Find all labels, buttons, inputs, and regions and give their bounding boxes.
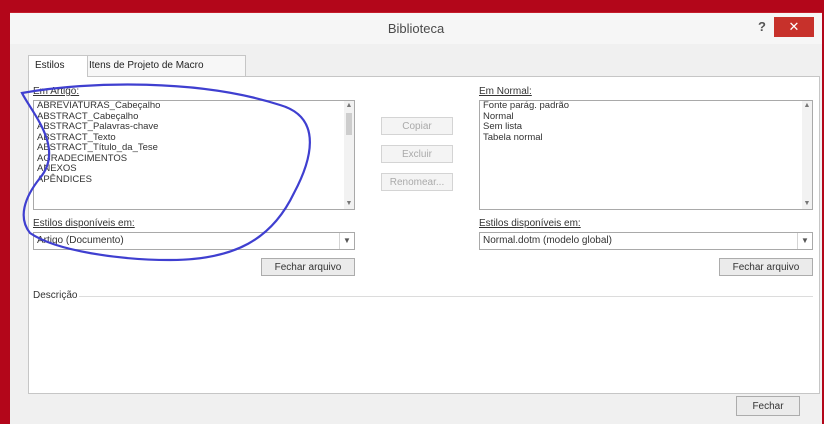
scroll-up-icon[interactable]: ▲: [344, 101, 354, 111]
help-icon[interactable]: ?: [758, 19, 766, 34]
chevron-down-icon[interactable]: ▼: [797, 233, 812, 249]
left-available-value: Artigo (Documento): [37, 235, 124, 246]
title-bar: Biblioteca ? ✕: [10, 13, 822, 44]
list-item[interactable]: ABREVIATURAS_Cabeçalho: [34, 101, 354, 112]
scroll-down-icon[interactable]: ▼: [344, 199, 354, 209]
description-label: Descrição: [33, 290, 78, 301]
right-close-file-button[interactable]: Fechar arquivo: [719, 258, 813, 276]
copy-button[interactable]: Copiar: [381, 117, 453, 135]
list-item[interactable]: ANEXOS: [34, 163, 354, 175]
tab-macro-items[interactable]: Itens de Projeto de Macro: [82, 55, 246, 76]
list-item[interactable]: Normal: [480, 111, 812, 123]
left-style-list[interactable]: ABREVIATURAS_Cabeçalho ABSTRACT_Cabeçalh…: [33, 100, 355, 210]
scroll-thumb[interactable]: [346, 113, 352, 135]
left-close-file-button[interactable]: Fechar arquivo: [261, 258, 355, 276]
scroll-down-icon[interactable]: ▼: [802, 199, 812, 209]
left-available-select[interactable]: Artigo (Documento) ▼: [33, 232, 355, 250]
description-divider: [79, 296, 813, 297]
list-item[interactable]: AGRADECIMENTOS: [34, 153, 354, 165]
list-item[interactable]: ABSTRACT_Palavras-chave: [34, 121, 354, 133]
list-item[interactable]: Tabela normal: [480, 132, 812, 144]
left-list-label: Em Artigo:: [33, 86, 80, 97]
left-available-label: Estilos disponíveis em:: [33, 218, 135, 229]
scroll-up-icon[interactable]: ▲: [802, 101, 812, 111]
right-available-value: Normal.dotm (modelo global): [483, 235, 612, 246]
list-item[interactable]: Sem lista: [480, 121, 812, 133]
library-dialog: Biblioteca ? ✕ Estilos Itens de Projeto …: [10, 12, 822, 424]
list-item[interactable]: ABSTRACT_Título_da_Tese: [34, 142, 354, 154]
left-list-scrollbar[interactable]: ▲ ▼: [344, 101, 354, 209]
close-button[interactable]: Fechar: [736, 396, 800, 416]
dialog-title: Biblioteca: [387, 21, 445, 36]
tab-styles[interactable]: Estilos: [28, 55, 88, 77]
tab-panel: Em Artigo: ABREVIATURAS_Cabeçalho ABSTRA…: [28, 76, 820, 394]
right-available-label: Estilos disponíveis em:: [479, 218, 581, 229]
list-item[interactable]: APÊNDICES: [34, 174, 354, 186]
right-list-scrollbar[interactable]: ▲ ▼: [802, 101, 812, 209]
right-available-select[interactable]: Normal.dotm (modelo global) ▼: [479, 232, 813, 250]
close-icon[interactable]: ✕: [774, 17, 814, 37]
chevron-down-icon[interactable]: ▼: [339, 233, 354, 249]
right-style-list[interactable]: Fonte parág. padrão Normal Sem lista Tab…: [479, 100, 813, 210]
delete-button[interactable]: Excluir: [381, 145, 453, 163]
right-list-label: Em Normal:: [479, 86, 532, 97]
rename-button[interactable]: Renomear...: [381, 173, 453, 191]
list-item[interactable]: Fonte parág. padrão: [480, 101, 812, 112]
